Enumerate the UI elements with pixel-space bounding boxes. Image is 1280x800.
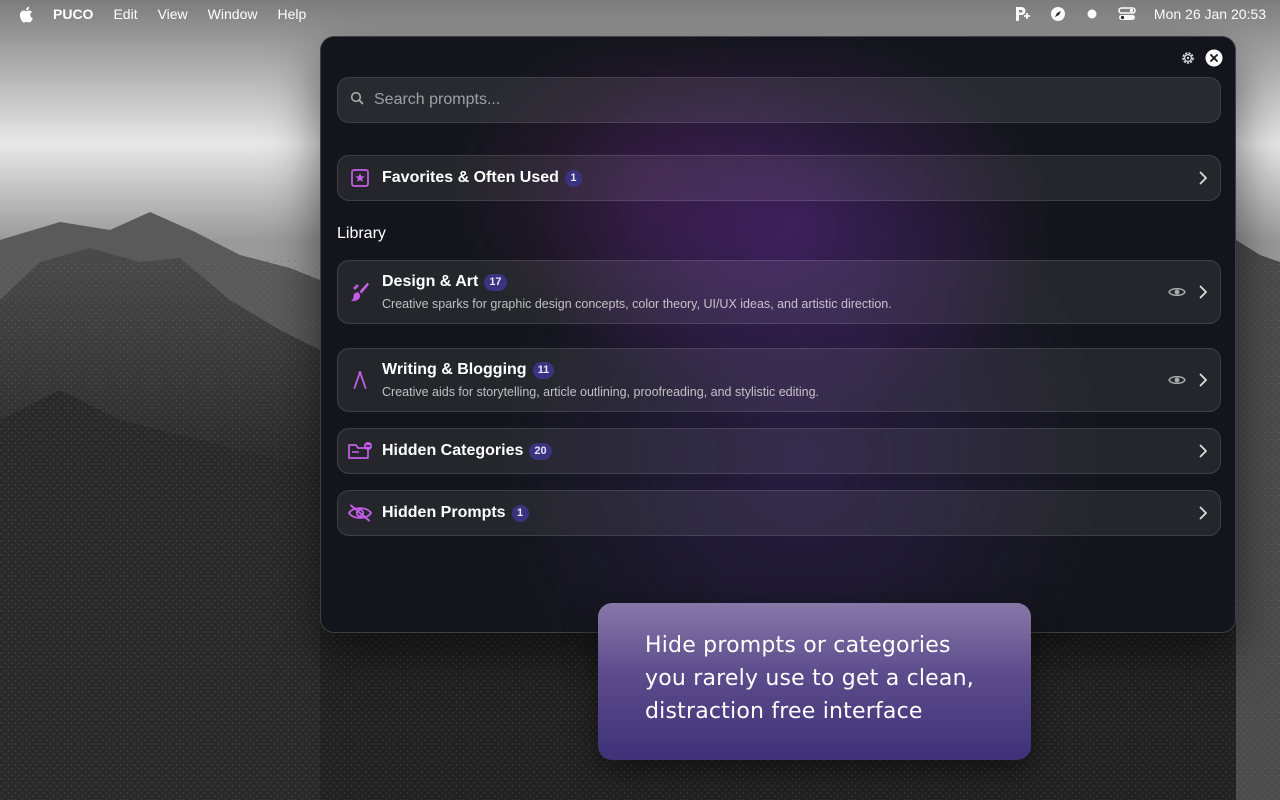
record-dot-icon[interactable]	[1084, 6, 1100, 22]
chevron-right-icon[interactable]	[1198, 444, 1208, 458]
category-row-writing-blogging[interactable]: Writing & Blogging 11 Creative aids for …	[337, 348, 1221, 412]
search-bar[interactable]	[337, 77, 1221, 123]
category-count-badge: 17	[484, 273, 507, 291]
apple-logo-icon[interactable]	[18, 6, 33, 23]
eye-slash-icon	[338, 504, 382, 522]
chevron-right-icon[interactable]	[1198, 373, 1208, 387]
app-menu-puco[interactable]: PUCO	[53, 6, 93, 22]
puco-window: Favorites & Often Used 1 Library Design …	[320, 36, 1236, 633]
chevron-right-icon[interactable]	[1198, 506, 1208, 520]
callout-line: you rarely use to get a clean,	[645, 666, 974, 691]
menu-edit[interactable]: Edit	[113, 6, 137, 22]
close-icon[interactable]	[1205, 49, 1223, 67]
hidden-categories-count-badge: 20	[529, 442, 552, 460]
star-square-icon	[338, 168, 382, 188]
menu-bar: PUCO Edit View Window Help Mon 26 Jan 20…	[0, 0, 1280, 28]
menu-window[interactable]: Window	[208, 6, 258, 22]
hidden-categories-row[interactable]: Hidden Categories 20	[337, 428, 1221, 474]
search-input[interactable]	[374, 91, 1220, 109]
category-row-design-art[interactable]: Design & Art 17 Creative sparks for grap…	[337, 260, 1221, 324]
pen-nib-icon	[338, 370, 382, 390]
callout-line: distraction free interface	[645, 699, 923, 724]
favorites-count-badge: 1	[564, 169, 582, 187]
feature-callout: Hide prompts or categories you rarely us…	[598, 603, 1031, 760]
paintbrush-icon	[338, 281, 382, 303]
menu-view[interactable]: View	[158, 6, 188, 22]
callout-line: Hide prompts or categories	[645, 633, 951, 658]
chevron-right-icon[interactable]	[1198, 171, 1208, 185]
library-heading: Library	[337, 225, 386, 242]
category-description: Creative aids for storytelling, article …	[382, 385, 820, 399]
favorites-row[interactable]: Favorites & Often Used 1	[337, 155, 1221, 201]
eye-icon[interactable]	[1168, 286, 1186, 298]
favorites-title: Favorites & Often Used	[382, 169, 559, 186]
hidden-prompts-row[interactable]: Hidden Prompts 1	[337, 490, 1221, 536]
category-title: Writing & Blogging	[382, 361, 527, 378]
compass-icon[interactable]	[1050, 6, 1066, 22]
control-center-icon[interactable]	[1118, 6, 1136, 22]
hidden-prompts-count-badge: 1	[511, 504, 529, 522]
settings-gear-icon[interactable]	[1180, 50, 1196, 66]
chevron-right-icon[interactable]	[1198, 285, 1208, 299]
hidden-prompts-title: Hidden Prompts	[382, 504, 506, 521]
category-title: Design & Art	[382, 273, 479, 290]
folder-hidden-icon	[338, 441, 382, 461]
menubar-clock[interactable]: Mon 26 Jan 20:53	[1154, 6, 1266, 22]
puco-prompt-icon[interactable]	[1014, 6, 1032, 22]
hidden-categories-title: Hidden Categories	[382, 442, 524, 459]
category-count-badge: 11	[532, 361, 555, 379]
category-description: Creative sparks for graphic design conce…	[382, 297, 892, 311]
eye-icon[interactable]	[1168, 374, 1186, 386]
window-controls	[1171, 49, 1223, 67]
search-icon	[350, 91, 364, 110]
menu-help[interactable]: Help	[277, 6, 306, 22]
